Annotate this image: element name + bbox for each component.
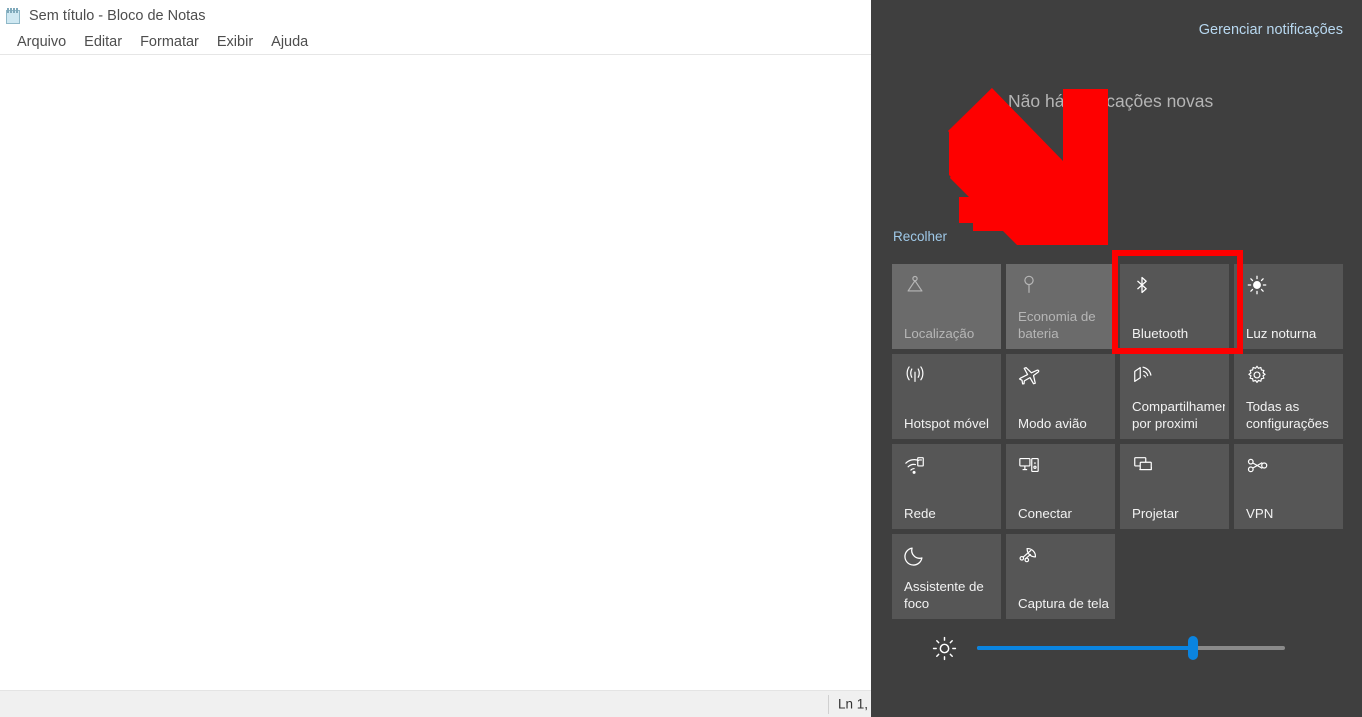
menu-item-arquivo[interactable]: Arquivo [8, 32, 75, 52]
nearby-share-icon [1132, 364, 1154, 386]
status-line-column: Ln 1, [838, 696, 869, 712]
quick-action-label: Conectar [1018, 505, 1072, 521]
location-icon [904, 274, 926, 296]
quick-action-tile-todas-as-configura-es[interactable]: Todas as configurações [1234, 354, 1343, 439]
quick-action-tile-conectar[interactable]: Conectar [1006, 444, 1115, 529]
moon-icon [904, 544, 926, 566]
quick-action-label: Projetar [1132, 505, 1179, 521]
quick-action-tile-bluetooth[interactable]: Bluetooth [1120, 264, 1229, 349]
quick-action-label: Economia de bateria [1018, 308, 1096, 341]
quick-action-label: Todas as configurações [1246, 398, 1329, 431]
brightness-icon [932, 636, 957, 666]
menu-item-formatar[interactable]: Formatar [131, 32, 208, 52]
quick-action-empty-cell [1234, 534, 1343, 619]
gear-icon [1246, 364, 1268, 386]
notepad-titlebar: Sem título - Bloco de Notas [0, 4, 871, 28]
notepad-statusbar: Ln 1, [0, 690, 871, 717]
window-title: Sem título - Bloco de Notas [29, 8, 206, 24]
battery-saver-icon [1018, 274, 1040, 296]
menu-item-exibir[interactable]: Exibir [208, 32, 262, 52]
quick-actions-grid: Localização Economia de bateria Bluetooth L… [892, 264, 1343, 619]
quick-action-tile-modo-avi-o[interactable]: Modo avião [1006, 354, 1115, 439]
menu-item-ajuda[interactable]: Ajuda [262, 32, 317, 52]
screen: Sem título - Bloco de Notas Arquivo Edit… [0, 0, 1362, 717]
menu-item-editar[interactable]: Editar [75, 32, 131, 52]
quick-action-label: Assistente de foco [904, 578, 984, 611]
quick-action-tile-vpn[interactable]: VPN [1234, 444, 1343, 529]
quick-action-label: Hotspot móvel [904, 415, 989, 431]
manage-notifications-link[interactable]: Gerenciar notificações [1199, 22, 1343, 38]
notepad-icon [5, 7, 22, 25]
quick-action-tile-captura-de-tela[interactable]: Captura de tela [1006, 534, 1115, 619]
night-light-icon [1246, 274, 1268, 296]
quick-action-label: Captura de tela [1018, 595, 1109, 611]
no-notifications-message: Não há notificações novas [1008, 91, 1214, 111]
notepad-text-area[interactable] [0, 55, 863, 687]
vpn-icon [1246, 454, 1269, 477]
snip-icon [1018, 544, 1040, 566]
bluetooth-icon [1132, 274, 1152, 296]
brightness-slider[interactable] [977, 636, 1285, 660]
notepad-window: Sem título - Bloco de Notas Arquivo Edit… [0, 0, 871, 717]
quick-action-empty-cell [1120, 534, 1229, 619]
brightness-slider-row [871, 630, 1362, 670]
quick-action-label: VPN [1246, 505, 1274, 521]
quick-action-tile-economia-de-bateria: Economia de bateria [1006, 264, 1115, 349]
quick-action-tile-projetar[interactable]: Projetar [1120, 444, 1229, 529]
quick-action-label: Bluetooth [1132, 325, 1189, 341]
hotspot-icon [904, 364, 926, 386]
quick-action-label: Compartilhamento por proximi [1132, 398, 1225, 431]
quick-action-label: Rede [904, 505, 936, 521]
quick-action-tile-compartilhamento-por-proximi[interactable]: Compartilhamento por proximi [1120, 354, 1229, 439]
notepad-menubar: Arquivo Editar Formatar Exibir Ajuda [0, 30, 871, 53]
quick-action-tile-luz-noturna[interactable]: Luz noturna [1234, 264, 1343, 349]
brightness-slider-thumb[interactable] [1187, 636, 1198, 660]
airplane-icon [1018, 364, 1041, 387]
quick-action-label: Modo avião [1018, 415, 1087, 431]
quick-action-tile-assistente-de-foco[interactable]: Assistente de foco [892, 534, 1001, 619]
vertical-scrollbar[interactable] [863, 55, 871, 687]
quick-action-label: Localização [904, 325, 975, 341]
quick-action-label: Luz noturna [1246, 325, 1317, 341]
quick-action-tile-hotspot-m-vel[interactable]: Hotspot móvel [892, 354, 1001, 439]
action-center-panel: Gerenciar notificações Não há notificaçõ… [871, 0, 1362, 717]
project-icon [1132, 454, 1154, 476]
statusbar-divider [828, 695, 829, 714]
brightness-slider-fill [977, 646, 1193, 650]
quick-action-tile-rede[interactable]: Rede [892, 444, 1001, 529]
quick-action-tile-localiza-o: Localização [892, 264, 1001, 349]
connect-icon [1018, 454, 1040, 476]
network-icon [904, 454, 926, 476]
collapse-link[interactable]: Recolher [893, 229, 947, 244]
